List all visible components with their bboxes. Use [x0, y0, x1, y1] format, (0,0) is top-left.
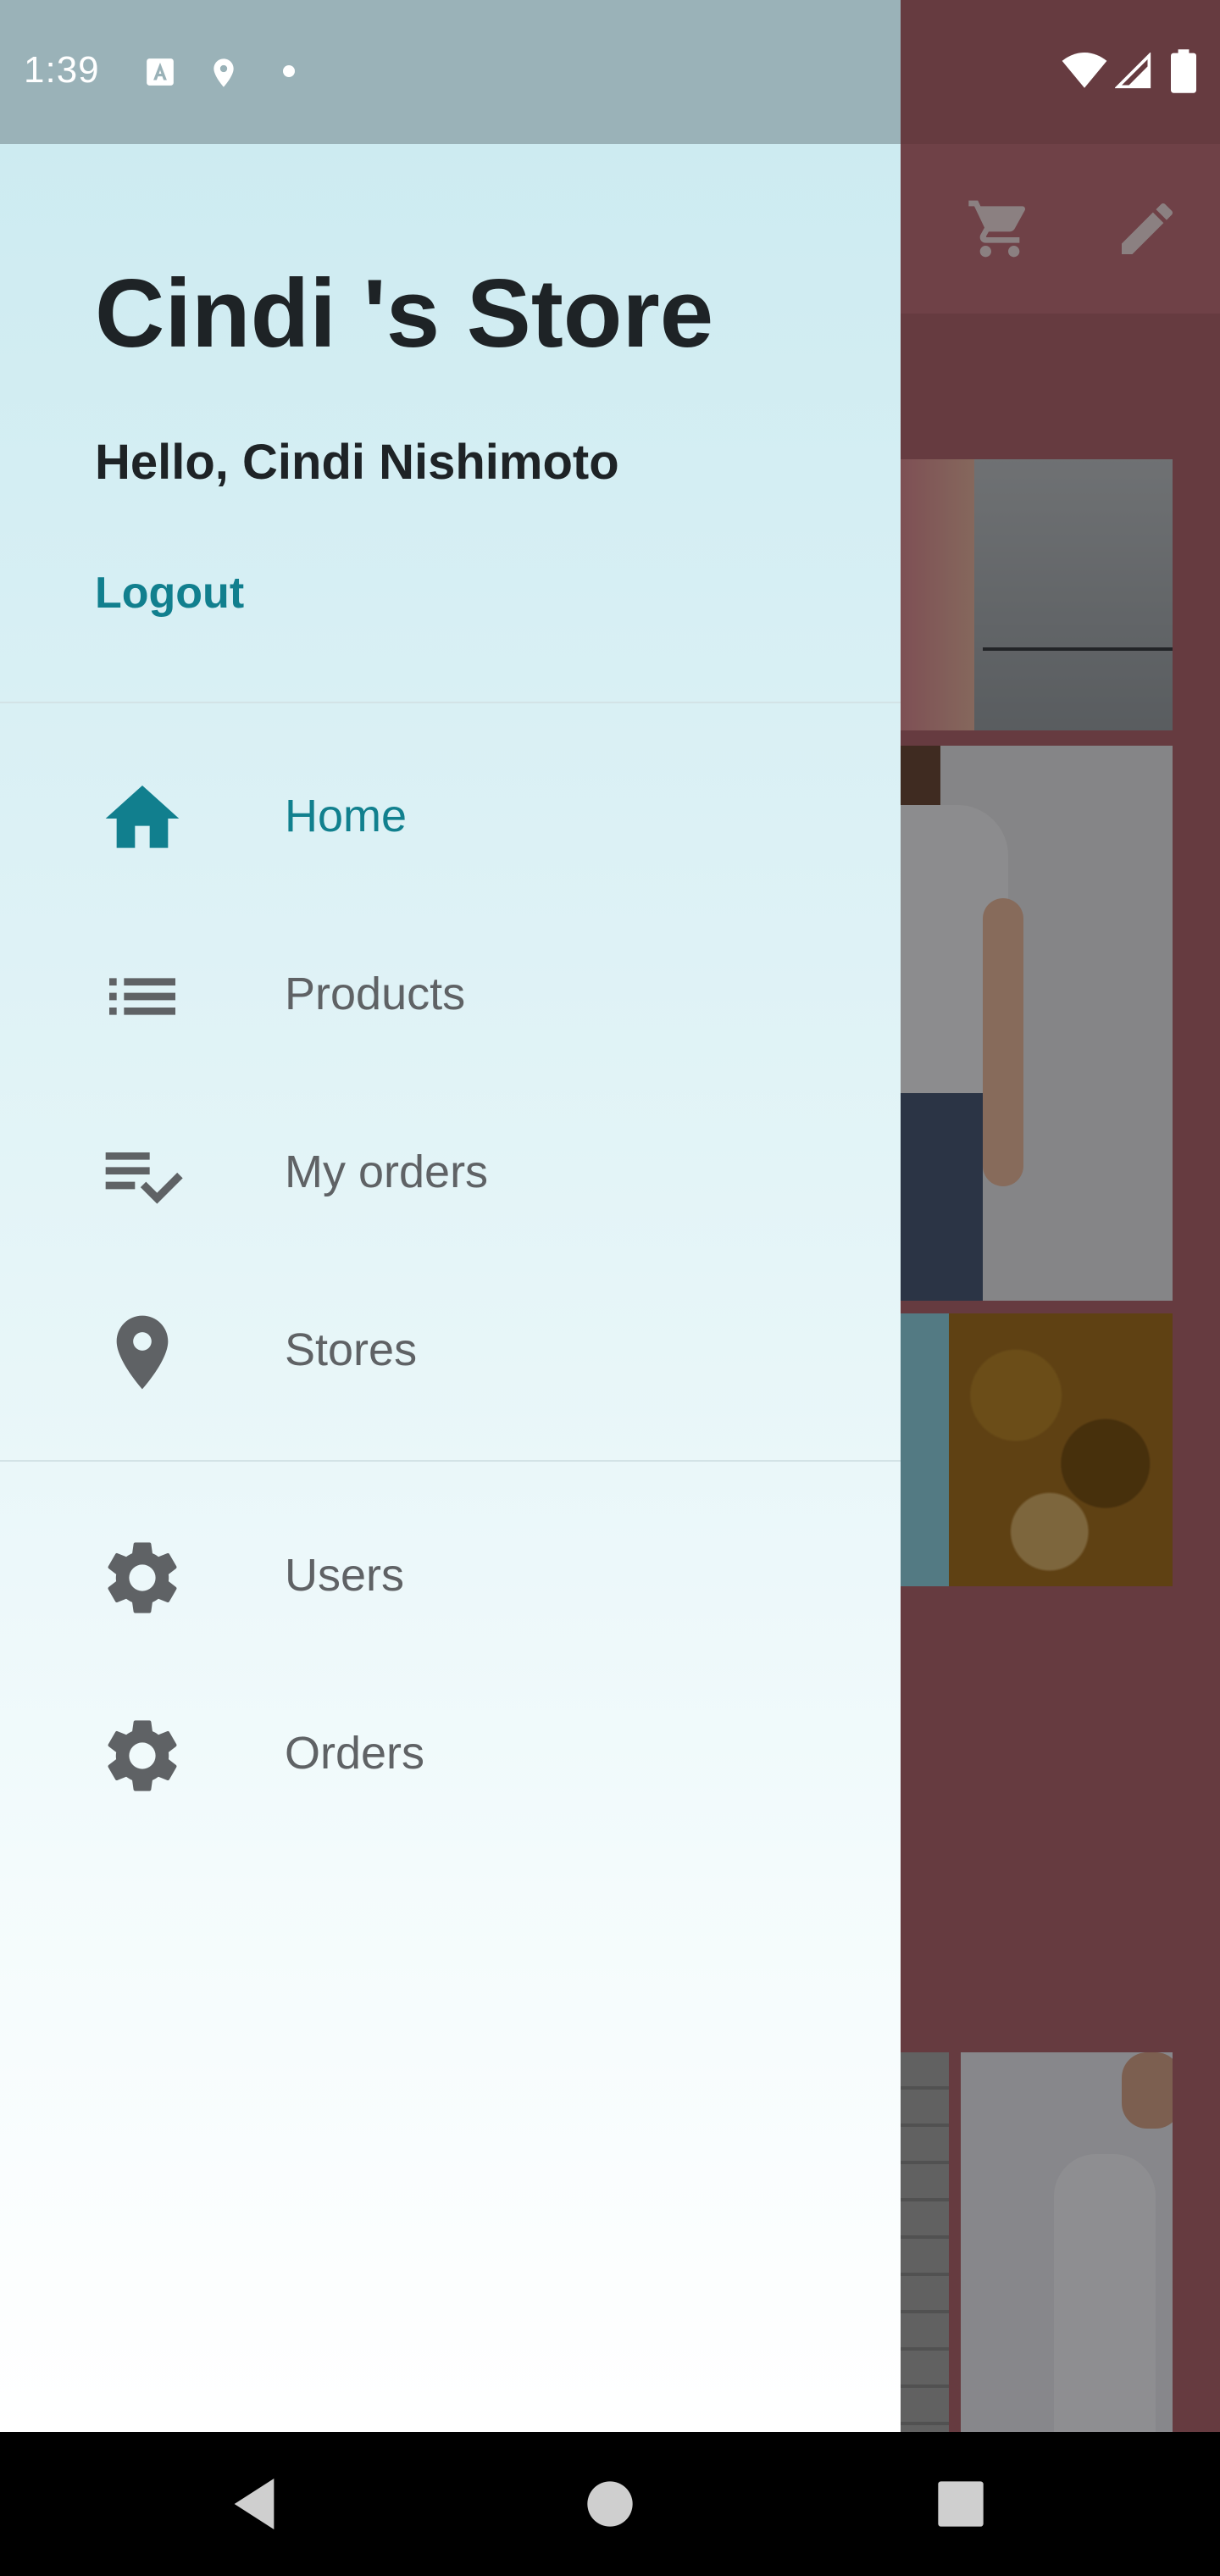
wifi-icon	[1062, 53, 1107, 88]
nav-item-label: Users	[285, 1550, 405, 1601]
playlist-check-icon	[105, 1152, 183, 1204]
nav-item-label: Stores	[285, 1324, 418, 1375]
nav-item-my-orders[interactable]: My orders	[0, 1086, 901, 1256]
nav-item-label: Products	[285, 969, 466, 1019]
dot-icon	[283, 65, 295, 77]
divider	[0, 1460, 901, 1462]
gear-icon	[108, 1542, 177, 1613]
home-button[interactable]	[576, 2470, 644, 2538]
nav-item-label: My orders	[285, 1146, 489, 1197]
logout-button[interactable]: Logout	[95, 568, 244, 619]
location-pin-icon	[116, 1315, 169, 1390]
nav-item-products[interactable]: Products	[0, 908, 901, 1078]
status-time: 1:39	[24, 49, 100, 91]
location-icon	[214, 58, 234, 87]
navigation-drawer: Cindi 's Store Hello, Cindi Nishimoto Lo…	[0, 144, 901, 2432]
back-button[interactable]	[220, 2470, 288, 2538]
recents-button[interactable]	[927, 2470, 995, 2538]
list-icon	[109, 978, 175, 1015]
nav-item-label: Home	[285, 791, 408, 841]
home-icon	[105, 786, 180, 848]
gear-icon	[108, 1720, 177, 1791]
signal-icon	[1115, 53, 1151, 89]
nav-item-orders[interactable]: Orders	[0, 1668, 901, 1837]
a-badge-icon	[147, 58, 174, 86]
nav-item-users[interactable]: Users	[0, 1490, 901, 1659]
status-bar: 1:39	[0, 0, 1220, 144]
battery-icon	[1171, 49, 1196, 93]
system-navigation-bar	[0, 2432, 1220, 2576]
nav-item-home[interactable]: Home	[0, 730, 901, 900]
nav-item-label: Orders	[285, 1728, 425, 1779]
nav-item-stores[interactable]: Stores	[0, 1264, 901, 1434]
user-greeting: Hello, Cindi Nishimoto	[95, 435, 619, 490]
divider	[0, 702, 901, 703]
store-title: Cindi 's Store	[95, 260, 714, 368]
